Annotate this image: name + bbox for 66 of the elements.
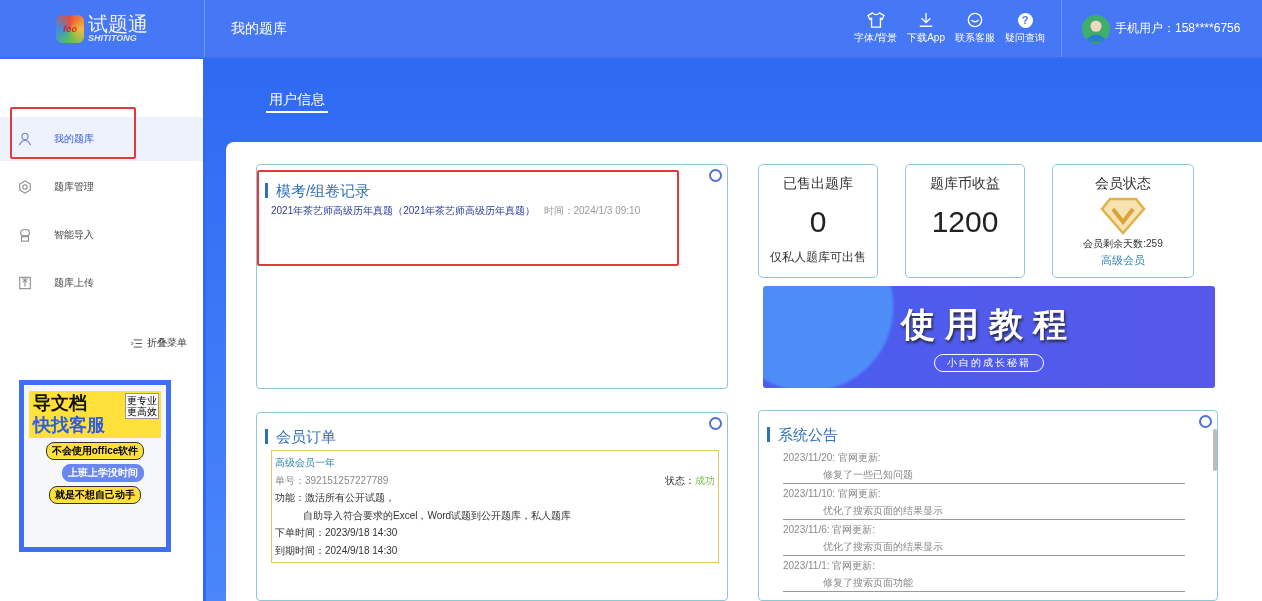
ad-pill: 就是不想自己动手	[49, 486, 141, 505]
ad-tag: 更专业 更高效	[125, 393, 159, 419]
sidebar-item[interactable]: 我的题库	[0, 117, 203, 161]
menu-icon	[131, 338, 142, 348]
notice-date: 2023/11/1: 官网更新:	[783, 559, 877, 573]
sidebar-item[interactable]: 题库上传	[0, 261, 203, 305]
ad-pill: 不会使用office软件	[45, 442, 145, 461]
page-title: 我的题库	[231, 19, 288, 38]
ring-icon	[1199, 415, 1212, 428]
stat-note: 仅私人题库可出售	[770, 249, 866, 266]
order-date: 下单时间：2023/9/18 14:30	[275, 526, 399, 540]
hexagon-icon	[18, 180, 32, 194]
tab[interactable]: 用户信息	[266, 88, 328, 113]
user-name: 手机用户：158****6756	[1115, 20, 1241, 37]
shirt-icon	[866, 12, 885, 28]
section-title: 系统公告	[767, 427, 1209, 442]
tutorial-banner[interactable]: 使用教程 小白的成长秘籍	[763, 286, 1215, 388]
membership-days: 会员剩余天数:259	[1083, 237, 1163, 251]
stat-title: 会员状态	[1095, 175, 1151, 193]
scrollbar-thumb[interactable]	[1213, 429, 1217, 471]
ad-headline: 快找客服	[33, 414, 105, 437]
membership-tier[interactable]: 高级会员	[1101, 253, 1145, 268]
order-status: 状态：成功	[665, 473, 715, 488]
help-icon: ?	[1017, 12, 1033, 28]
notice-date: 2023/11/20: 官网更新:	[783, 451, 882, 465]
stat-value: 0	[809, 205, 827, 239]
record-link[interactable]: 2021年茶艺师高级历年真题（2021年茶艺师高级历年真题）	[271, 204, 536, 218]
toolbar-button[interactable]: 字体/背景	[854, 12, 898, 45]
ring-icon	[709, 169, 722, 182]
toolbar-button[interactable]: 下载App	[907, 12, 945, 45]
section-title: 模考/组卷记录	[265, 183, 719, 198]
notice-text: 修复了搜索页面功能	[822, 576, 914, 590]
notice-text: 优化了搜索页面的结果显示	[822, 504, 944, 518]
stat-title: 题库币收益	[930, 175, 1000, 193]
toolbar-button[interactable]: 联系客服	[955, 12, 995, 45]
notice-text: 修复了一些已知问题	[822, 468, 914, 482]
features-label: 功能：激活所有公开试题，	[275, 491, 396, 505]
person-icon	[18, 132, 32, 146]
stat-title: 已售出题库	[783, 175, 853, 193]
banner-title: 使用教程	[901, 304, 1077, 345]
ad-headline: 导文档	[33, 393, 87, 415]
upload-icon	[18, 276, 32, 290]
sidebar-item[interactable]: 智能导入	[0, 213, 203, 257]
logo-name: 试题通	[88, 14, 148, 34]
order-number: 单号：392151257227789	[275, 473, 389, 488]
diamond-icon	[1100, 197, 1146, 235]
robot-icon	[18, 228, 32, 242]
logo-subtitle: SHITITONG	[88, 34, 138, 43]
section-title: 会员订单	[265, 429, 719, 444]
order-plan: 高级会员一年	[275, 456, 336, 470]
logo-icon: foo	[56, 14, 84, 43]
feature-text: 自助导入符合要求的Excel，Word试题到公开题库，私人题库	[302, 508, 573, 523]
toolbar-button[interactable]: ? 疑问查询	[1005, 12, 1045, 45]
ad-banner[interactable]: 导文档 更专业 更高效 快找客服 不会使用office软件 上班上学没时间 就是不想自己动手	[19, 380, 171, 552]
notice-text: 优化了搜索页面的结果显示	[822, 540, 944, 554]
chat-icon	[966, 12, 984, 28]
collapse-menu-button[interactable]: 折叠菜单	[125, 335, 193, 351]
notice-date: 2023/11/6: 官网更新:	[783, 523, 877, 537]
stat-value: 1200	[931, 205, 999, 239]
ring-icon	[709, 417, 722, 430]
expiry-date: 到期时间：2024/9/18 14:30	[275, 543, 399, 558]
record-time: 时间：2024/1/3 09:10	[543, 204, 641, 218]
notice-date: 2023/11/10: 官网更新:	[783, 487, 882, 501]
ad-pill: 上班上学没时间	[62, 464, 144, 483]
avatar-icon	[1082, 14, 1110, 43]
sidebar-item[interactable]: 题库管理	[0, 165, 203, 209]
